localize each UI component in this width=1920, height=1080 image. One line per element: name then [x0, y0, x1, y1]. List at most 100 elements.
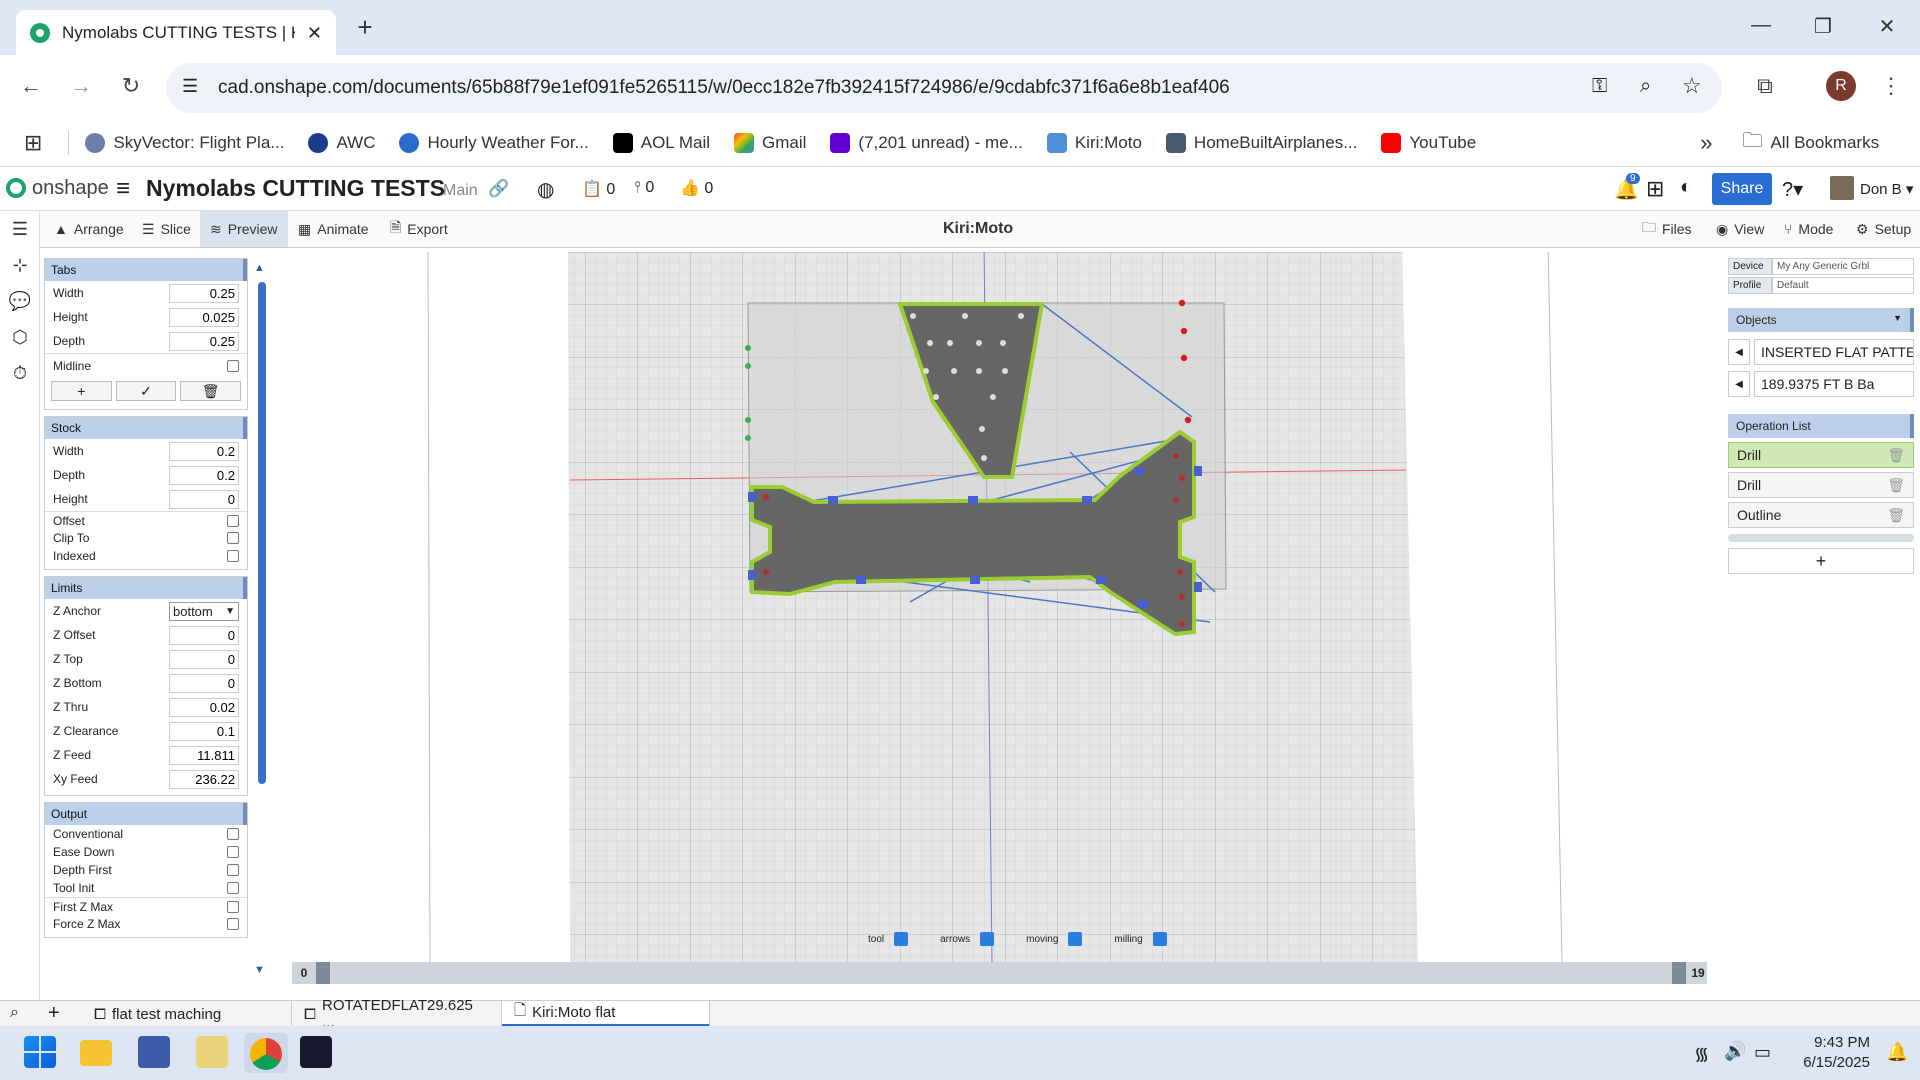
- output-section-header[interactable]: Output: [45, 803, 247, 825]
- indexed-checkbox[interactable]: [227, 550, 239, 562]
- element-tab-flat-test[interactable]: ⧠ flat test maching: [82, 1001, 292, 1027]
- operation-item-outline[interactable]: Outline 🗑: [1728, 502, 1914, 528]
- mode-button[interactable]: ⑂ Mode: [1774, 211, 1843, 247]
- help-icon[interactable]: ?▾: [1782, 177, 1803, 202]
- force-z-max-checkbox[interactable]: [227, 918, 239, 930]
- history-icon[interactable]: ⏱: [8, 363, 32, 387]
- z-clearance-input[interactable]: [169, 721, 239, 741]
- likes-count[interactable]: 👍 0: [680, 178, 713, 198]
- slice-button[interactable]: ☰ Slice: [132, 211, 201, 247]
- windows-start-icon[interactable]: [24, 1036, 56, 1068]
- restore-icon[interactable]: ❐: [1808, 14, 1838, 39]
- trash-icon[interactable]: 🗑: [1887, 507, 1905, 524]
- z-offset-input[interactable]: [169, 625, 239, 645]
- bookmark-yahoo-mail[interactable]: (7,201 unread) - me...: [830, 132, 1023, 153]
- bookmark-star-icon[interactable]: ☆: [1682, 73, 1702, 99]
- objects-header[interactable]: Objects ▼: [1728, 308, 1914, 332]
- midline-checkbox[interactable]: [227, 359, 239, 372]
- tabs-height-input[interactable]: [169, 307, 239, 327]
- layer-slider[interactable]: 0 19: [292, 962, 1707, 984]
- layer-max-handle[interactable]: [1672, 962, 1686, 984]
- object-item[interactable]: 189.9375 FT B Ba: [1754, 371, 1914, 397]
- zoom-icon[interactable]: ⌕: [1640, 75, 1651, 98]
- arrange-button[interactable]: ▲ Arrange: [44, 211, 134, 247]
- bookmark-weather[interactable]: Hourly Weather For...: [399, 132, 589, 153]
- new-tab-button[interactable]: +: [350, 12, 380, 43]
- panel-scroll-down-icon[interactable]: ▼: [254, 964, 265, 976]
- all-bookmarks[interactable]: 🗀 All Bookmarks: [1742, 126, 1879, 160]
- user-avatar[interactable]: [1830, 176, 1854, 200]
- confirm-tab-button[interactable]: ✓: [115, 381, 177, 401]
- insert-icon[interactable]: ⊹: [8, 255, 32, 279]
- comments-icon[interactable]: 💬: [8, 291, 32, 315]
- file-explorer-icon[interactable]: [80, 1040, 112, 1066]
- add-tab-button[interactable]: +: [51, 381, 112, 401]
- bookmark-skyvector[interactable]: SkyVector: Flight Pla...: [85, 132, 284, 153]
- share-button[interactable]: Share: [1712, 173, 1772, 205]
- z-thru-input[interactable]: [169, 697, 239, 717]
- app-icon[interactable]: [138, 1036, 170, 1068]
- app-wave-icon[interactable]: [300, 1036, 332, 1068]
- object-toggle-icon[interactable]: ◀: [1728, 339, 1750, 365]
- z-bottom-input[interactable]: [169, 673, 239, 693]
- cast-icon[interactable]: ⧉: [1750, 73, 1780, 99]
- depth-first-checkbox[interactable]: [227, 864, 239, 876]
- onshape-logo-text[interactable]: onshape: [32, 177, 109, 200]
- bookmark-homebuilt[interactable]: HomeBuiltAirplanes...: [1165, 132, 1357, 153]
- tool-init-checkbox[interactable]: [227, 882, 239, 894]
- tab-manager-icon[interactable]: ⌕: [10, 1004, 19, 1022]
- bookmark-gmail[interactable]: Gmail: [734, 132, 806, 153]
- minimize-icon[interactable]: —: [1746, 14, 1776, 37]
- learning-center-icon[interactable]: ◐: [1680, 176, 1692, 199]
- battery-icon[interactable]: ▭: [1754, 1042, 1771, 1063]
- profile-avatar[interactable]: R: [1826, 71, 1856, 101]
- first-z-max-checkbox[interactable]: [227, 900, 239, 913]
- stock-width-input[interactable]: [169, 441, 239, 461]
- stock-height-input[interactable]: [169, 489, 239, 509]
- feature-list-icon[interactable]: ☰: [8, 219, 32, 243]
- password-key-icon[interactable]: ⚿: [1592, 75, 1607, 98]
- offset-checkbox[interactable]: [227, 514, 239, 527]
- chrome-icon[interactable]: [250, 1038, 282, 1070]
- object-item[interactable]: INSERTED FLAT PATTERN: [1754, 339, 1914, 365]
- parts-icon[interactable]: ⬡: [8, 327, 32, 351]
- followers-count[interactable]: ⫯ 0: [634, 179, 654, 197]
- tabs-depth-input[interactable]: [169, 331, 239, 351]
- globe-icon[interactable]: ◍: [537, 177, 554, 202]
- stock-section-header[interactable]: Stock: [45, 417, 247, 439]
- element-tab-rotatedflat[interactable]: ⧠ ROTATEDFLAT29.625 ...: [292, 997, 502, 1031]
- clock-date[interactable]: 6/15/2025: [1790, 1054, 1870, 1071]
- document-title[interactable]: Nymolabs CUTTING TESTS: [146, 175, 445, 202]
- trash-icon[interactable]: 🗑: [1887, 447, 1905, 464]
- hamburger-menu-icon[interactable]: ≡: [116, 175, 130, 203]
- layer-min-handle[interactable]: [316, 962, 330, 984]
- export-button[interactable]: 🗎 Export: [380, 211, 458, 247]
- delete-tab-button[interactable]: 🗑: [180, 381, 242, 401]
- view-button[interactable]: ◉ View: [1706, 211, 1774, 247]
- animate-button[interactable]: ▦ Animate: [288, 211, 379, 247]
- versions-count[interactable]: 📋 0: [582, 179, 615, 199]
- toggle-tool-checkbox[interactable]: [894, 932, 909, 946]
- toggle-milling-checkbox[interactable]: [1152, 932, 1167, 946]
- more-bookmarks-icon[interactable]: »: [1700, 130, 1712, 156]
- toggle-arrows-checkbox[interactable]: [980, 932, 995, 946]
- close-tab-icon[interactable]: ✕: [307, 23, 322, 44]
- files-button[interactable]: 🗀 Files: [1632, 211, 1702, 247]
- toggle-moving-checkbox[interactable]: [1068, 932, 1083, 946]
- bookmark-awc[interactable]: AWC: [308, 132, 375, 153]
- xy-feed-input[interactable]: [169, 769, 239, 789]
- kiri-viewport[interactable]: tool arrows moving milling: [270, 241, 1728, 963]
- element-tab-kirimoto[interactable]: 🗋 Kiri:Moto flat: [502, 1001, 710, 1027]
- object-toggle-icon[interactable]: ◀: [1728, 371, 1750, 397]
- z-top-input[interactable]: [169, 649, 239, 669]
- wifi-icon[interactable]: ᯾: [1694, 1042, 1709, 1066]
- notification-center-icon[interactable]: 🔔: [1886, 1042, 1908, 1063]
- operation-list-header[interactable]: Operation List: [1728, 414, 1914, 438]
- limits-section-header[interactable]: Limits: [45, 577, 247, 599]
- ease-down-checkbox[interactable]: [227, 846, 239, 858]
- clock-time[interactable]: 9:43 PM: [1790, 1034, 1870, 1051]
- device-select[interactable]: My Any Generic Grbl: [1772, 258, 1914, 275]
- z-feed-input[interactable]: [169, 745, 239, 765]
- link-icon[interactable]: 🔗: [488, 179, 509, 199]
- preview-button[interactable]: ≋ Preview: [200, 211, 288, 247]
